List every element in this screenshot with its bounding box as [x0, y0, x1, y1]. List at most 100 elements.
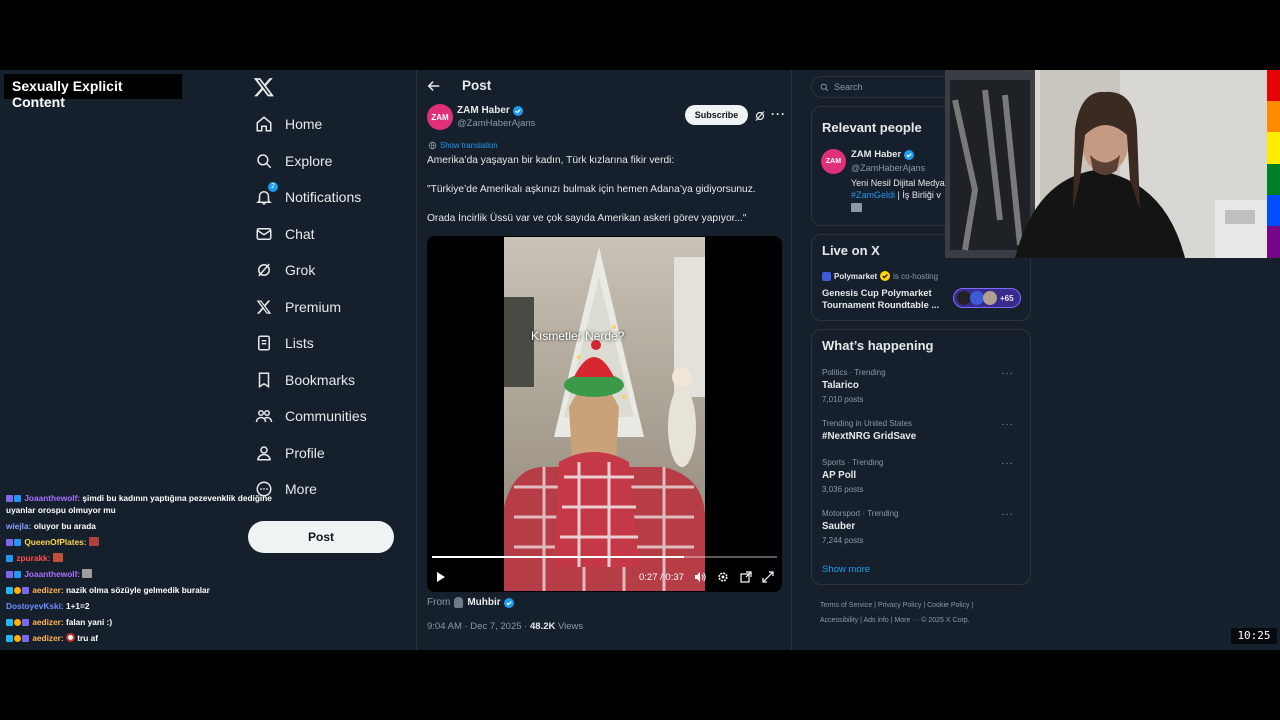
settings-gear-icon[interactable]	[717, 571, 729, 586]
nav-item-grok[interactable]: Grok	[252, 252, 367, 289]
card-title: Live on X	[822, 243, 880, 258]
trend-item[interactable]: Politics · Trending Talarico 7,010 posts…	[822, 368, 1022, 404]
person-name[interactable]: ZAM Haber	[851, 149, 915, 160]
trend-name: AP Poll	[822, 470, 857, 481]
trend-posts: 3,036 posts	[822, 485, 864, 494]
listener-count: +65	[1000, 293, 1014, 303]
show-translation-link[interactable]: Show translation	[428, 141, 498, 150]
source-name[interactable]: Muhbir	[467, 597, 500, 608]
live-host[interactable]: Polymarket is co-hosting	[822, 271, 938, 281]
post-detail-column: Post ZAM ZAM Haber @ZamHaberAjans Subscr…	[416, 70, 792, 650]
footer-links: Terms of Service | Privacy Policy | Cook…	[820, 598, 1020, 628]
search-icon	[820, 83, 829, 91]
nav-item-lists[interactable]: Lists	[252, 325, 367, 362]
post-meta: 9:04 AM · Dec 7, 2025 · 48.2K Views	[427, 621, 583, 632]
verified-icon	[904, 149, 915, 160]
more-options-icon[interactable]: ···	[1001, 458, 1014, 469]
nav-item-notifications[interactable]: 2 Notifications	[252, 179, 367, 216]
emote-icon	[65, 633, 75, 642]
nav-label: Notifications	[285, 189, 362, 206]
hashtag-link[interactable]: #ZamGeldi	[851, 190, 895, 200]
more-options-icon[interactable]: ···	[1001, 509, 1014, 520]
nav-item-profile[interactable]: Profile	[252, 435, 367, 472]
trend-name: Sauber	[822, 521, 856, 532]
chat-username: QueenOfPlates:	[24, 537, 87, 547]
chat-message: aedizer: nazik olma sözüyle gelmedik bur…	[6, 582, 282, 598]
video-time: 0:27 / 0:37	[639, 572, 684, 583]
badge-icon	[14, 495, 21, 502]
subscribe-button[interactable]: Subscribe	[685, 105, 748, 125]
nav-item-explore[interactable]: Explore	[252, 143, 367, 180]
bell-icon: 2	[252, 182, 278, 209]
video-player[interactable]: Kısmetler Nerde? 0:27 / 0:37	[427, 236, 782, 592]
stream-chat: Joaanthewolf: şimdi bu kadının yaptığına…	[6, 492, 282, 646]
nav-item-chat[interactable]: Chat	[252, 216, 367, 253]
nav-item-communities[interactable]: Communities	[252, 398, 367, 435]
post-paragraph: "Türkiye’de Amerikalı aşkınızı bulmak iç…	[427, 184, 756, 195]
video-progress-bar[interactable]	[432, 556, 777, 558]
chat-text: falan yani :)	[65, 617, 113, 627]
more-options-icon[interactable]: ···	[771, 107, 786, 121]
nav-item-bookmarks[interactable]: Bookmarks	[252, 362, 367, 399]
trend-item[interactable]: Trending in United States #NextNRG GridS…	[822, 419, 1022, 442]
back-arrow-icon[interactable]	[427, 79, 441, 93]
trend-category: Sports · Trending	[822, 458, 884, 467]
notification-badge: 2	[268, 182, 278, 193]
avatar[interactable]: ZAM	[427, 104, 453, 130]
author-name[interactable]: ZAM Haber	[457, 105, 523, 116]
nav-label: Premium	[285, 298, 342, 315]
avatar-text: ZAM	[431, 112, 449, 122]
page-title: Post	[462, 78, 492, 93]
person-name-text: ZAM Haber	[851, 149, 902, 160]
volume-icon[interactable]	[694, 571, 706, 586]
verified-icon	[503, 597, 514, 608]
mail-icon	[851, 203, 862, 212]
nav-label: Home	[285, 116, 323, 133]
listener-avatar	[957, 291, 971, 305]
person-bio-line: #ZamGeldi | İş Birliği v	[851, 190, 941, 200]
search-icon	[252, 149, 276, 173]
microphone-icon	[454, 597, 464, 608]
person-handle[interactable]: @ZamHaberAjans	[851, 163, 925, 173]
list-icon	[252, 331, 276, 355]
live-space-title[interactable]: Genesis Cup Polymarket Tournament Roundt…	[822, 287, 947, 311]
show-more-link[interactable]: Show more	[822, 564, 870, 575]
chat-username: zpurakk:	[16, 553, 51, 563]
show-translation-text: Show translation	[440, 141, 498, 150]
nav-label: More	[285, 481, 317, 498]
more-options-icon[interactable]: ···	[1001, 368, 1014, 379]
author-handle[interactable]: @ZamHaberAjans	[457, 118, 535, 129]
nav-label: Chat	[285, 225, 315, 242]
card-title: Relevant people	[822, 120, 922, 135]
stream-canvas: Sexually Explicit Content Home Explore 2…	[0, 0, 1280, 720]
chat-text: oluyor bu arada	[33, 521, 96, 531]
chat-message: aedizer: falan yani :)	[6, 614, 282, 630]
chat-message: Joaanthewolf: şimdi bu kadının yaptığına…	[6, 492, 282, 516]
chat-username: aedizer:	[32, 633, 64, 643]
footer-line[interactable]: Accessibility | Ads info | More ··· © 20…	[820, 613, 1020, 628]
webcam-image	[945, 70, 1267, 258]
badge-icon	[6, 555, 13, 562]
trend-item[interactable]: Sports · Trending AP Poll 3,036 posts ··…	[822, 458, 1022, 494]
nav-item-premium[interactable]: Premium	[252, 289, 367, 326]
trend-name: Talarico	[822, 380, 859, 391]
pip-icon[interactable]	[740, 571, 752, 586]
post-paragraph: Amerika’da yaşayan bir kadın, Türk kızla…	[427, 155, 675, 166]
live-listeners-pill[interactable]: +65	[953, 288, 1021, 308]
nav-label: Profile	[285, 444, 325, 461]
avatar[interactable]: ZAM	[821, 149, 846, 174]
nav-item-home[interactable]: Home	[252, 106, 367, 143]
grok-icon[interactable]	[754, 109, 766, 121]
more-options-icon[interactable]: ···	[1001, 419, 1014, 430]
post-timestamp[interactable]: 9:04 AM · Dec 7, 2025 ·	[427, 621, 530, 632]
trend-item[interactable]: Motorsport · Trending Sauber 7,244 posts…	[822, 509, 1022, 545]
play-icon[interactable]	[436, 571, 446, 586]
footer-line[interactable]: Terms of Service | Privacy Policy | Cook…	[820, 598, 1020, 613]
fullscreen-icon[interactable]	[762, 571, 774, 586]
trend-posts: 7,244 posts	[822, 536, 864, 545]
search-placeholder: Search	[834, 82, 863, 92]
emote-icon	[88, 537, 99, 546]
badge-icon	[14, 539, 21, 546]
stream-clock: 10:25	[1231, 628, 1277, 644]
x-logo-icon[interactable]	[253, 76, 277, 100]
